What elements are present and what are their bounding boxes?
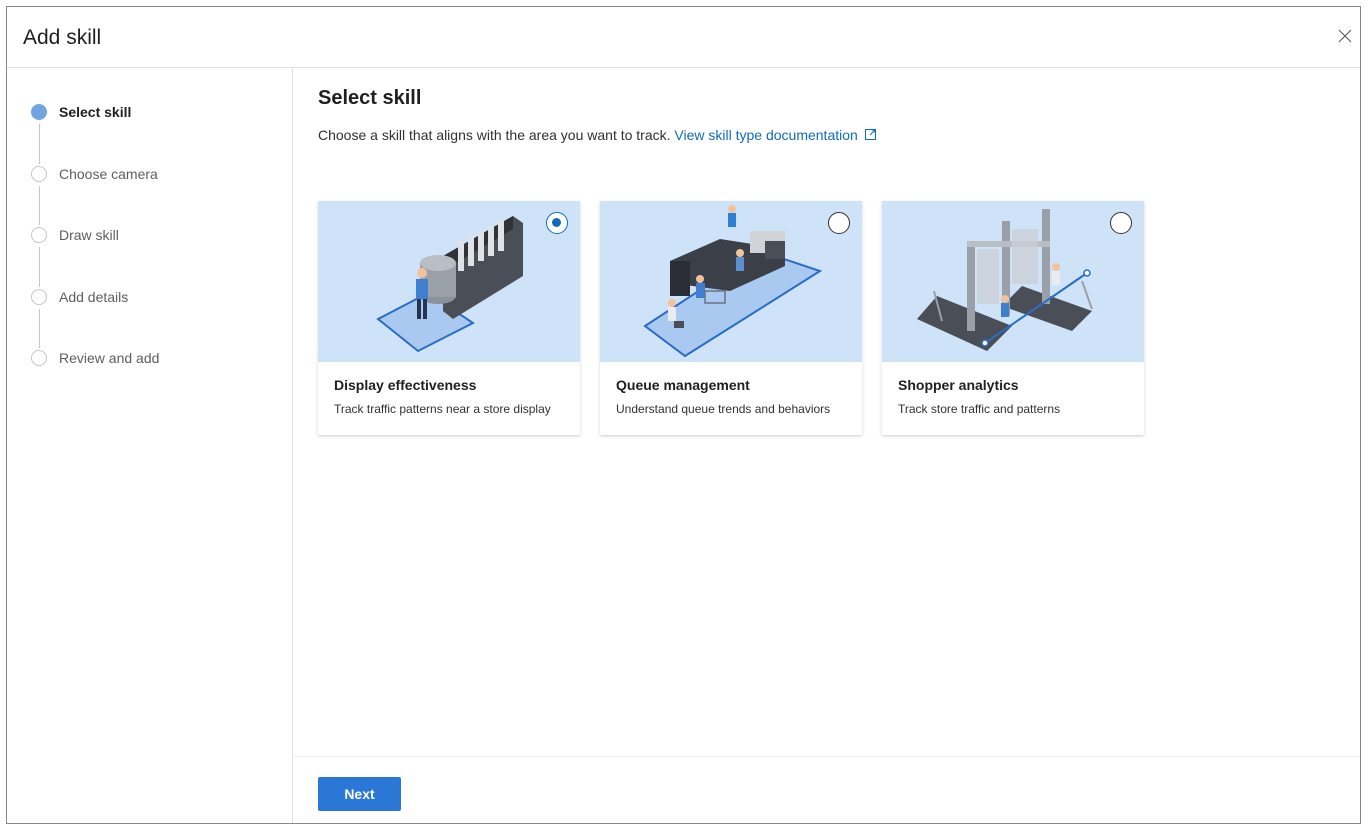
step-label: Choose camera bbox=[59, 166, 158, 182]
queue-management-illustration bbox=[600, 201, 862, 362]
step-label: Draw skill bbox=[59, 227, 119, 243]
close-button[interactable] bbox=[1334, 25, 1356, 47]
wizard-steps: Select skill Choose camera Draw skill Ad… bbox=[7, 68, 293, 823]
main-content: Select skill Choose a skill that aligns … bbox=[294, 68, 1360, 823]
step-label: Review and add bbox=[59, 350, 160, 366]
display-effectiveness-illustration bbox=[318, 201, 580, 362]
card-title: Display effectiveness bbox=[334, 377, 477, 393]
step-connector bbox=[39, 124, 40, 164]
dialog-footer: Next bbox=[294, 756, 1360, 823]
step-connector bbox=[39, 247, 40, 287]
step-indicator bbox=[31, 104, 47, 120]
step-label: Add details bbox=[59, 289, 129, 305]
skill-card-display-effectiveness[interactable]: Display effectiveness Track traffic patt… bbox=[318, 201, 580, 435]
external-link-icon bbox=[864, 129, 876, 140]
card-description: Track traffic patterns near a store disp… bbox=[334, 402, 551, 416]
dialog-title: Add skill bbox=[23, 26, 102, 49]
card-title: Queue management bbox=[616, 377, 750, 393]
doc-link-label: View skill type documentation bbox=[674, 127, 858, 143]
page-description: Choose a skill that aligns with the area… bbox=[318, 127, 877, 143]
doc-link[interactable]: View skill type documentation bbox=[674, 127, 876, 143]
add-skill-dialog: Add skill Select skill Choose camera Dra… bbox=[6, 6, 1361, 824]
radio-button-checked[interactable] bbox=[546, 212, 568, 234]
skill-card-shopper-analytics[interactable]: Shopper analytics Track store traffic an… bbox=[882, 201, 1144, 435]
shopper-analytics-illustration bbox=[882, 201, 1144, 362]
card-description: Understand queue trends and behaviors bbox=[616, 402, 831, 416]
step-indicator bbox=[31, 166, 47, 182]
step-connector bbox=[39, 309, 40, 348]
dialog-header: Add skill bbox=[7, 7, 1360, 68]
radio-button[interactable] bbox=[1110, 212, 1132, 234]
step-indicator bbox=[31, 350, 47, 366]
radio-button[interactable] bbox=[828, 212, 850, 234]
card-description: Track store traffic and patterns bbox=[898, 402, 1061, 416]
step-indicator bbox=[31, 289, 47, 305]
close-icon bbox=[1338, 29, 1352, 43]
skill-card-queue-management[interactable]: Queue management Understand queue trends… bbox=[600, 201, 862, 435]
step-indicator bbox=[31, 227, 47, 243]
page-title: Select skill bbox=[318, 87, 422, 109]
description-text: Choose a skill that aligns with the area… bbox=[318, 127, 671, 143]
step-connector bbox=[39, 186, 40, 225]
next-button[interactable]: Next bbox=[318, 777, 401, 811]
step-label: Select skill bbox=[59, 104, 132, 120]
card-title: Shopper analytics bbox=[898, 377, 1019, 393]
